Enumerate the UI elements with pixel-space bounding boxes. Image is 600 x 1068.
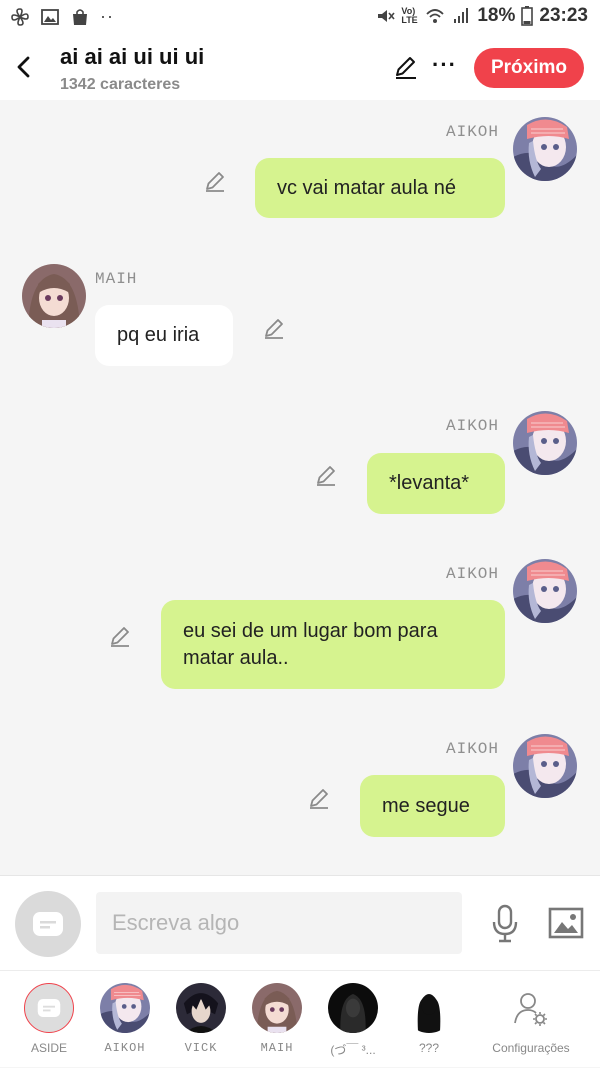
character-bar: ASIDE AIKOH VICK MAIH (づ￣ ³... ??? Confi…: [0, 970, 600, 1067]
battery-percent: 18%: [477, 5, 516, 26]
sender-name: MAIH: [95, 270, 138, 288]
image-upload-icon[interactable]: [548, 907, 584, 939]
character-count: 1342 caracteres: [60, 76, 181, 93]
avatar-aikoh[interactable]: [513, 559, 577, 623]
character-aside[interactable]: ASIDE: [11, 971, 87, 1068]
status-right-icons: Vo) LTE 18% 23:23: [375, 5, 588, 27]
avatar-aikoh[interactable]: [513, 411, 577, 475]
avatar: [328, 983, 378, 1033]
chat-bubble-icon: [33, 912, 63, 936]
wifi-icon: [426, 9, 444, 23]
settings-button[interactable]: Configurações: [492, 971, 570, 1068]
gallery-icon: [41, 8, 59, 25]
character-maih[interactable]: MAIH: [239, 971, 315, 1068]
more-options-icon[interactable]: ···: [432, 52, 457, 78]
microphone-icon[interactable]: [490, 904, 520, 944]
character-unknown[interactable]: ???: [391, 971, 467, 1068]
character-unnamed[interactable]: (づ￣ ³...: [315, 971, 391, 1068]
page-title: ai ai ai ui ui ui: [60, 44, 205, 69]
avatar: [100, 983, 150, 1033]
message-bubble[interactable]: me segue: [360, 775, 505, 837]
back-arrow-icon[interactable]: [12, 50, 36, 84]
shopping-bag-icon: [73, 8, 87, 25]
sender-name: AIKOH: [446, 123, 500, 141]
sender-name: AIKOH: [446, 565, 500, 583]
message-input[interactable]: [96, 892, 462, 954]
edit-message-icon[interactable]: [307, 786, 331, 810]
signal-icon: [454, 8, 469, 23]
compose-bar: [0, 875, 600, 970]
user-settings-icon: [514, 993, 547, 1026]
chat-area: AIKOH vc vai matar aula né MAIH pq eu ir…: [0, 100, 600, 875]
volte-indicator: Vo) LTE: [401, 6, 418, 25]
chat-header: ai ai ai ui ui ui 1342 caracteres ··· Pr…: [0, 36, 600, 100]
edit-message-icon[interactable]: [203, 169, 227, 193]
aside-toggle-button[interactable]: [15, 891, 81, 957]
message-bubble[interactable]: *levanta*: [367, 453, 505, 514]
status-bar: ·· Vo) LTE 18% 23:23: [0, 0, 600, 36]
sender-name: AIKOH: [446, 417, 500, 435]
character-label: ???: [418, 1041, 440, 1055]
avatar: [404, 983, 454, 1033]
mute-icon: [378, 10, 395, 22]
message-bubble[interactable]: eu sei de um lugar bom para matar aula..: [161, 600, 505, 689]
avatar-maih[interactable]: [22, 264, 86, 328]
edit-message-icon[interactable]: [108, 624, 132, 648]
character-vick[interactable]: VICK: [163, 971, 239, 1068]
edit-message-icon[interactable]: [314, 463, 338, 487]
avatar-aikoh[interactable]: [513, 117, 577, 181]
clock: 23:23: [539, 5, 588, 26]
pinwheel-icon: [11, 7, 29, 26]
sender-name: AIKOH: [446, 740, 500, 758]
battery-icon: [521, 6, 534, 26]
edit-message-icon[interactable]: [262, 316, 286, 340]
message-bubble[interactable]: pq eu iria: [95, 305, 233, 366]
message-bubble[interactable]: vc vai matar aula né: [255, 158, 505, 218]
more-notifications-icon: ··: [100, 6, 114, 26]
character-aikoh[interactable]: AIKOH: [87, 971, 163, 1068]
avatar: [252, 983, 302, 1033]
avatar-aikoh[interactable]: [513, 734, 577, 798]
edit-pencil-icon[interactable]: [393, 54, 419, 80]
next-button[interactable]: Próximo: [474, 48, 584, 88]
aside-icon: [24, 983, 74, 1033]
avatar: [176, 983, 226, 1033]
status-left-icons: ··: [10, 6, 114, 27]
settings-label: Configurações: [492, 1041, 570, 1055]
